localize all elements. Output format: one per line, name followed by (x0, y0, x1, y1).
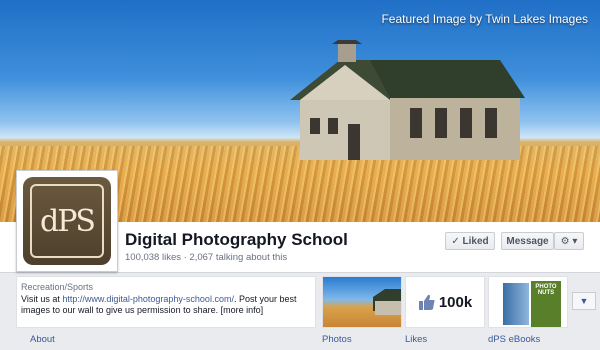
about-card: Recreation/Sports Visit us at http://www… (16, 276, 316, 328)
page-description: Visit us at http://www.digital-photograp… (21, 294, 313, 316)
description-prefix: Visit us at (21, 294, 63, 304)
likes-link[interactable]: Likes (405, 334, 427, 345)
profile-picture[interactable]: dPS (16, 170, 118, 272)
likes-tile[interactable]: 100k (405, 276, 485, 328)
photos-link[interactable]: Photos (322, 334, 352, 345)
liked-button[interactable]: ✓ Liked (445, 232, 495, 250)
about-link[interactable]: About (30, 334, 55, 345)
likes-count: 100k (438, 293, 473, 311)
page-category: Recreation/Sports (21, 282, 94, 292)
logo-text: dPS (30, 184, 104, 258)
ebooks-tile[interactable]: PHOTO NUTS (488, 276, 568, 328)
dps-logo: dPS (23, 177, 111, 265)
ebook-cover-1 (503, 283, 529, 325)
page-title[interactable]: Digital Photography School (125, 230, 348, 250)
photos-thumbnail (373, 289, 401, 315)
ebooks-link[interactable]: dPS eBooks (488, 334, 540, 345)
cover-credit[interactable]: Featured Image by Twin Lakes Images (381, 12, 588, 26)
photos-tile[interactable] (322, 276, 402, 328)
thumbs-up-icon (418, 294, 435, 310)
chevron-down-icon[interactable]: ▼ (572, 292, 596, 310)
ebook-cover-2: PHOTO NUTS (531, 281, 561, 327)
message-button[interactable]: Message (501, 232, 554, 250)
website-link[interactable]: http://www.digital-photography-school.co… (62, 294, 234, 304)
gear-icon[interactable]: ⚙ ▾ (554, 232, 584, 250)
schoolhouse-illustration (290, 40, 525, 160)
page-stats: 100,038 likes · 2,067 talking about this (125, 252, 288, 263)
